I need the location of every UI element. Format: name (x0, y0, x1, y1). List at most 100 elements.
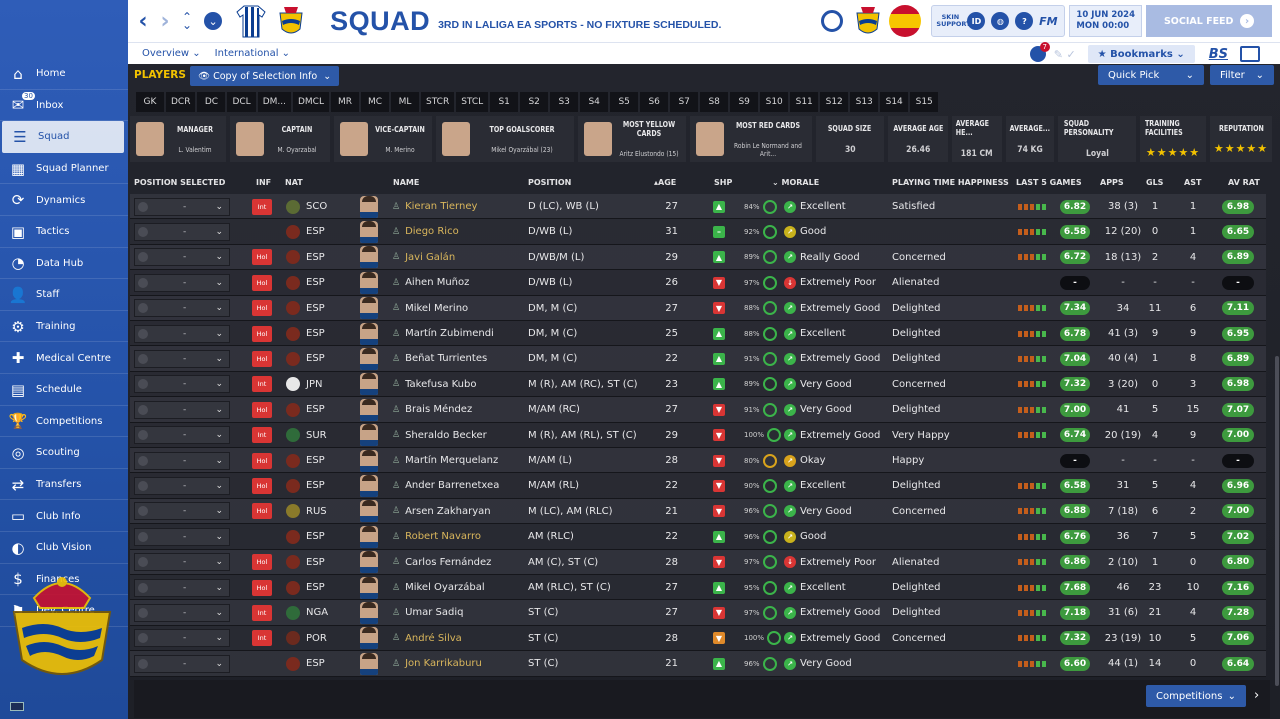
back-arrow-icon[interactable]: ‹ (136, 9, 150, 34)
position-tab[interactable]: S6 (640, 92, 669, 112)
inf-badge[interactable]: Hol (252, 401, 272, 418)
position-select[interactable]: - ⌄ (134, 270, 232, 295)
position-dropdown[interactable]: - ⌄ (134, 451, 230, 470)
position-dropdown[interactable]: - ⌄ (134, 248, 230, 267)
player-name-cell[interactable]: ♙ André Silva (392, 626, 520, 651)
col-inf[interactable]: INF (256, 178, 271, 187)
quick-pick-button[interactable]: Quick Pick ⌄ (1098, 65, 1204, 85)
position-select[interactable]: - ⌄ (134, 219, 232, 244)
globe-icon[interactable]: ◍ (991, 12, 1010, 30)
sidebar-item-home[interactable]: ⌂ Home (0, 58, 128, 90)
col-ast[interactable]: AST (1184, 178, 1201, 187)
game-date[interactable]: 10 JUN 2024 MON 00:00 (1069, 5, 1142, 37)
col-playing-time[interactable]: PLAYING TIME HAPPINESS (892, 178, 1009, 187)
position-tab[interactable]: STCL (456, 92, 489, 112)
inf-badge[interactable]: Hol (252, 249, 272, 266)
club-crest-small-icon[interactable] (853, 5, 883, 37)
table-row[interactable]: - ⌄ Hol RUS ♙ Arsen Zakharyan M (LC), AM (RLC)… (130, 498, 1266, 525)
position-tab[interactable]: DM... (257, 92, 291, 112)
position-dropdown[interactable]: - ⌄ (134, 273, 230, 292)
player-name-cell[interactable]: ♙ Aihen Muñoz (392, 270, 520, 295)
position-select[interactable]: - ⌄ (134, 372, 232, 397)
table-row[interactable]: - ⌄ ESP ♙ Diego Rico D/WB (L) 31–92% ↗ Good 6.58 1… (130, 219, 1266, 245)
position-tab[interactable]: MR (330, 92, 359, 112)
position-dropdown[interactable]: - ⌄ (134, 426, 230, 445)
inf-badge[interactable]: Hol (252, 579, 272, 596)
position-tab[interactable]: ML (390, 92, 419, 112)
player-name-cell[interactable]: ♙ Martín Merquelanz (392, 448, 520, 473)
help-icon[interactable]: ? (1015, 12, 1034, 30)
table-row[interactable]: - ⌄ Int POR ♙ André Silva ST (C) 28 ▼ 100% ↗ Extrem… (130, 625, 1266, 652)
player-name-cell[interactable]: ♙ Kieran Tierney (392, 194, 520, 219)
position-dropdown[interactable]: - ⌄ (134, 299, 230, 318)
col-gls[interactable]: GLS (1146, 178, 1163, 187)
next-arrow-icon[interactable]: › (1254, 688, 1259, 703)
overview-tab[interactable]: Overview ⌄ (142, 48, 201, 59)
col-avr[interactable]: AV RAT (1228, 178, 1260, 187)
sidebar-item-tactics[interactable]: ▣ Tactics (0, 216, 128, 248)
sidebar-item-squad[interactable]: ☰ Squad (2, 121, 124, 153)
position-dropdown[interactable]: - ⌄ (134, 222, 230, 241)
position-select[interactable]: - ⌄ (134, 321, 232, 346)
inf-badge[interactable]: Hol (252, 274, 272, 291)
position-dropdown[interactable]: - ⌄ (134, 654, 230, 673)
col-last5[interactable]: LAST 5 GAMES (1016, 178, 1082, 187)
table-row[interactable]: - ⌄ Hol ESP ♙ Martín Zubimendi DM, M (C) 25 ▲ 88%… (130, 321, 1266, 347)
position-tab[interactable]: S7 (670, 92, 699, 112)
position-tab[interactable]: S10 (760, 92, 789, 112)
inf-badge[interactable]: Hol (252, 300, 272, 317)
inf-badge[interactable]: Int (252, 198, 272, 215)
position-dropdown[interactable]: - ⌄ (134, 476, 230, 495)
player-name-cell[interactable]: ♙ Umar Sadiq (392, 600, 520, 625)
table-row[interactable]: - ⌄ Hol ESP ♙ Carlos Fernández AM (C), ST (C) 2… (130, 549, 1266, 575)
inf-badge[interactable]: Int (252, 630, 272, 647)
position-select[interactable]: - ⌄ (134, 575, 232, 600)
sidebar-item-squad-planner[interactable]: ▦ Squad Planner (0, 153, 128, 185)
search-icon[interactable] (821, 10, 844, 32)
kit-icon[interactable] (236, 4, 266, 38)
player-name-cell[interactable]: ♙ Ander Barrenetxea (392, 473, 520, 498)
position-tab[interactable]: DMCL (292, 92, 329, 112)
sidebar-item-competitions[interactable]: 🏆 Competitions (0, 406, 128, 438)
position-select[interactable]: - ⌄ (134, 473, 232, 498)
position-tab[interactable]: DCL (227, 92, 256, 112)
position-tab[interactable]: S1 (490, 92, 519, 112)
sidebar-item-medical-centre[interactable]: ✚ Medical Centre (0, 342, 128, 374)
col-position-selected[interactable]: POSITION SELECTED (134, 178, 225, 187)
filter-button[interactable]: Filter ⌄ (1210, 65, 1274, 85)
position-dropdown[interactable]: - ⌄ (134, 527, 230, 546)
table-row[interactable]: - ⌄ Int SUR ♙ Sheraldo Becker M (R), AM (RL), … (130, 422, 1266, 448)
sidebar-item-schedule[interactable]: ▤ Schedule (0, 374, 128, 406)
download-icon[interactable] (1240, 46, 1260, 62)
position-tab[interactable]: S13 (850, 92, 879, 112)
table-row[interactable]: - ⌄ ESP ♙ Jon Karrikaburu ST (C) 21 ▲ 96% ↗ Very G… (130, 651, 1266, 677)
fm-icon[interactable]: FM (1039, 12, 1057, 30)
position-tab[interactable]: S12 (820, 92, 849, 112)
player-name-cell[interactable]: ♙ Sheraldo Becker (392, 423, 520, 448)
player-name-cell[interactable]: ♙ Arsen Zakharyan (392, 499, 520, 524)
player-name-cell[interactable]: ♙ Diego Rico (392, 219, 520, 244)
player-name-cell[interactable]: ♙ Martín Zubimendi (392, 321, 520, 346)
player-name-cell[interactable]: ♙ Jon Karrikaburu (392, 651, 520, 676)
notification-icon[interactable]: 7 (1029, 42, 1050, 62)
position-tab[interactable]: S5 (610, 92, 639, 112)
edit-icon[interactable]: ✎ ✓ (1054, 48, 1076, 61)
table-row[interactable]: - ⌄ Int SCO ♙ Kieran Tierney D (LC), WB (L) 27 ▲… (130, 194, 1266, 220)
position-tab[interactable]: S3 (550, 92, 579, 112)
position-tab[interactable]: S15 (910, 92, 939, 112)
table-row[interactable]: - ⌄ Hol ESP ♙ Aihen Muñoz D/WB (L) 26 ▼ 97% ↓ Extre… (130, 270, 1266, 296)
col-name[interactable]: NAME (393, 178, 419, 187)
col-age[interactable]: ▴AGE (654, 178, 676, 187)
sidebar-item-transfers[interactable]: ⇄ Transfers (0, 469, 128, 501)
position-select[interactable]: - ⌄ (134, 423, 232, 448)
player-name-cell[interactable]: ♙ Brais Méndez (392, 397, 520, 422)
position-dropdown[interactable]: - ⌄ (134, 324, 230, 343)
table-row[interactable]: - ⌄ Hol ESP ♙ Mikel Merino DM, M (C) 27 ▼ 88% ↗ Ext… (130, 295, 1266, 321)
sidebar-item-staff[interactable]: 👤 Staff (0, 279, 128, 311)
position-tab[interactable]: S4 (580, 92, 609, 112)
inf-badge[interactable]: Int (252, 376, 272, 393)
position-dropdown[interactable]: - ⌄ (134, 629, 230, 648)
position-select[interactable]: - ⌄ (134, 296, 232, 321)
sidebar-item-inbox[interactable]: 30 ✉ Inbox (0, 90, 128, 122)
position-dropdown[interactable]: - ⌄ (134, 578, 230, 597)
